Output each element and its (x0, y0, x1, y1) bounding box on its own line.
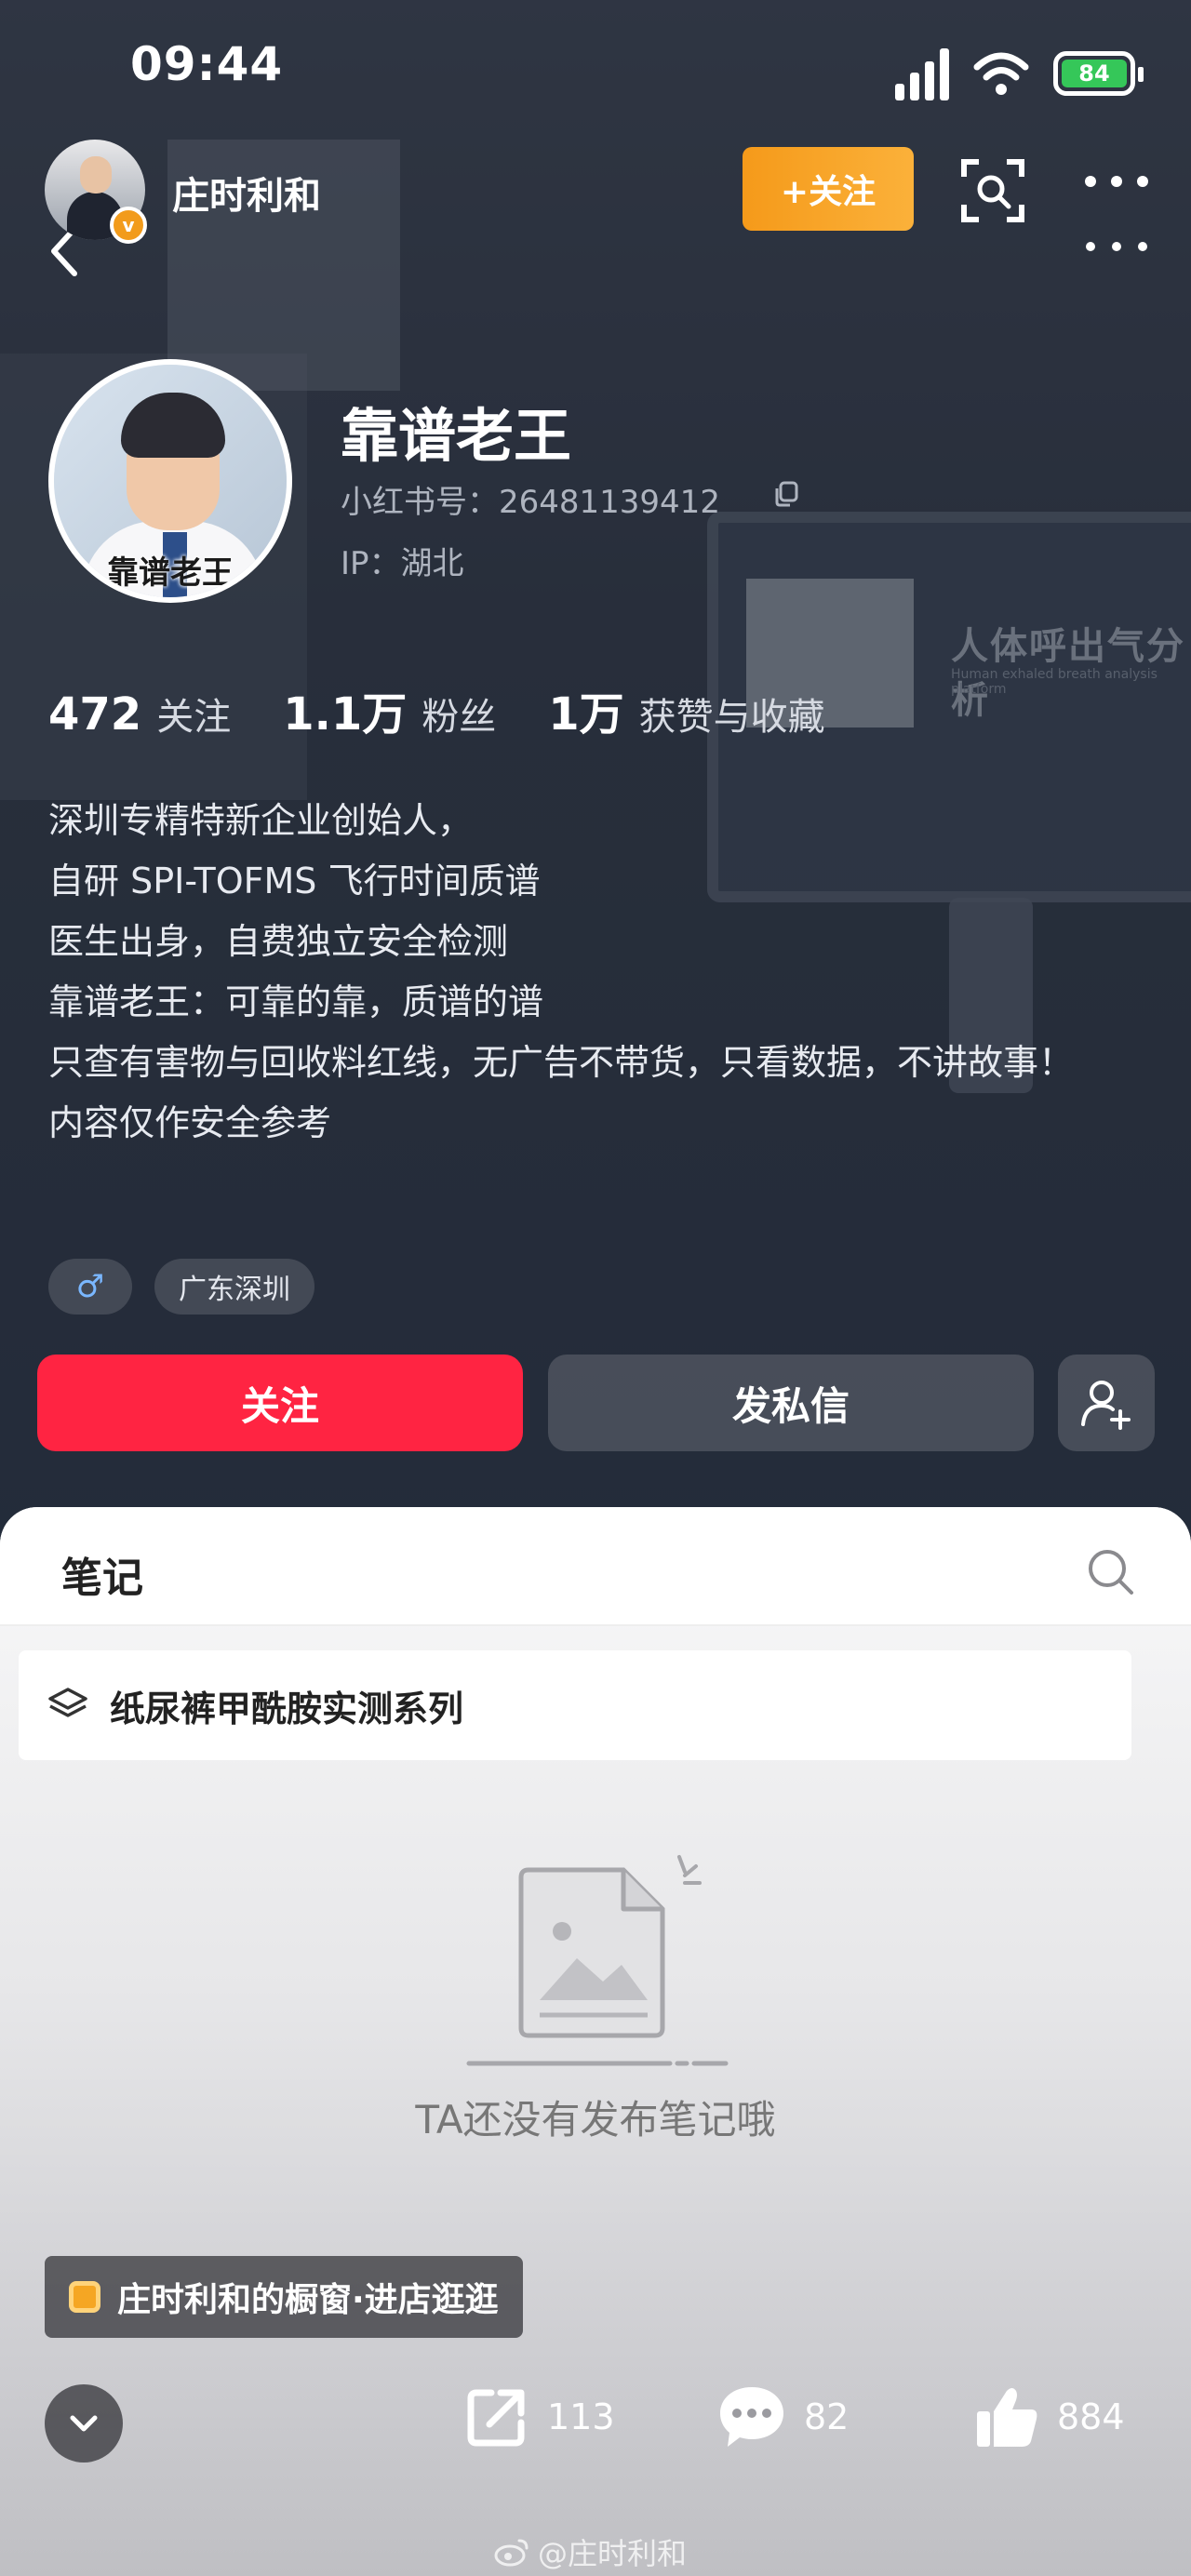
empty-notes-illustration (466, 1855, 729, 2066)
profile-screen: 人体呼出气分析 Human exhaled breath analysis pl… (0, 0, 1191, 2576)
weibo-watermark: @庄时利和 (493, 2530, 687, 2573)
stat-following[interactable]: 472 关注 (48, 687, 231, 741)
shop-window-link[interactable]: 庄时利和的橱窗·进店逛逛 (45, 2256, 523, 2338)
weibo-icon (494, 2539, 529, 2567)
like-button[interactable]: 884 (973, 2383, 1125, 2450)
more-icon[interactable] (1079, 167, 1154, 195)
account-name[interactable]: 庄时利和 (172, 166, 321, 220)
status-icons: 84 (895, 47, 1144, 100)
layers-icon (48, 1688, 87, 1717)
profile-tags: ♂ 广东深圳 (48, 1259, 314, 1315)
header-follow-button[interactable]: +关注 (743, 147, 914, 231)
follow-button[interactable]: 关注 (37, 1355, 523, 1451)
bio-line: 内容仅作安全参考 (48, 1102, 332, 1143)
share-icon (467, 2389, 525, 2447)
collection-item[interactable]: 纸尿裤甲酰胺实测系列 (19, 1650, 1131, 1760)
message-button[interactable]: 发私信 (548, 1355, 1034, 1451)
like-count: 884 (1057, 2396, 1125, 2437)
shop-window-label: 庄时利和的橱窗·进店逛逛 (117, 2281, 499, 2319)
scan-icon[interactable] (960, 158, 1025, 223)
search-icon[interactable] (1085, 1546, 1137, 1598)
profile-stats: 472 关注 1.1万 粉丝 1万 获赞与收藏 (48, 677, 825, 742)
watermark-text: @庄时利和 (538, 2536, 688, 2571)
stat-label: 关注 (156, 696, 232, 739)
stat-label: 获赞与收藏 (638, 696, 825, 739)
stat-value: 472 (48, 688, 142, 741)
collapse-button[interactable] (45, 2384, 123, 2463)
add-friend-button[interactable] (1058, 1355, 1155, 1451)
status-time: 09:44 (130, 37, 284, 91)
avatar-figure (80, 156, 112, 194)
wifi-icon (973, 52, 1029, 95)
bio-line: 深圳专精特新企业创始人， (48, 800, 474, 841)
bio-line: 靠谱老王：可靠的靠，质谱的谱 (48, 981, 544, 1022)
shop-icon (69, 2281, 100, 2313)
stat-likes-collections[interactable]: 1万 获赞与收藏 (548, 677, 824, 742)
notes-tab-bar: 笔记 (0, 1507, 1191, 1626)
stat-value: 1万 (548, 688, 624, 741)
bio-line: 自研 SPI-TOFMS 飞行时间质谱 (48, 861, 541, 901)
empty-notes-text: TA还没有发布笔记哦 (415, 2097, 776, 2142)
stat-value: 1.1万 (283, 688, 408, 741)
profile-bio: 深圳专精特新企业创始人， 自研 SPI-TOFMS 飞行时间质谱 医生出身，自费… (48, 791, 1146, 1154)
comment-button[interactable]: 82 (716, 2383, 849, 2450)
verified-badge-icon: v (110, 207, 147, 244)
add-user-icon (1081, 1381, 1131, 1430)
thumbs-up-icon (977, 2388, 1037, 2447)
stat-label: 粉丝 (422, 696, 497, 739)
avatar-caption: 靠谱老王 (107, 554, 234, 592)
location-tag: 广东深圳 (154, 1259, 314, 1315)
bio-line: 医生出身，自费独立安全检测 (48, 921, 509, 962)
profile-xhs-id: 小红书号：26481139412 (341, 484, 720, 521)
share-count: 113 (547, 2396, 615, 2437)
more-icon[interactable] (1079, 233, 1154, 260)
gender-tag: ♂ (48, 1259, 132, 1315)
copy-icon[interactable] (772, 480, 800, 508)
profile-ip-location: IP：湖北 (341, 545, 464, 582)
battery-icon: 84 (1053, 51, 1144, 96)
cellular-signal-icon (895, 47, 949, 100)
stat-followers[interactable]: 1.1万 粉丝 (283, 677, 496, 742)
collection-label: 纸尿裤甲酰胺实测系列 (110, 1688, 464, 1729)
bio-line: 只查有害物与回收料红线，无广告不带货，只看数据，不讲故事！ (48, 1042, 1075, 1083)
profile-nickname: 靠谱老王 (341, 402, 572, 470)
share-button[interactable]: 113 (463, 2383, 615, 2450)
comment-count: 82 (804, 2396, 850, 2437)
profile-avatar[interactable]: 靠谱老王 (48, 359, 292, 603)
battery-level: 84 (1062, 60, 1127, 87)
chevron-down-icon (70, 2415, 98, 2432)
tab-notes[interactable]: 笔记 (61, 1544, 143, 1604)
comment-icon (720, 2387, 783, 2447)
